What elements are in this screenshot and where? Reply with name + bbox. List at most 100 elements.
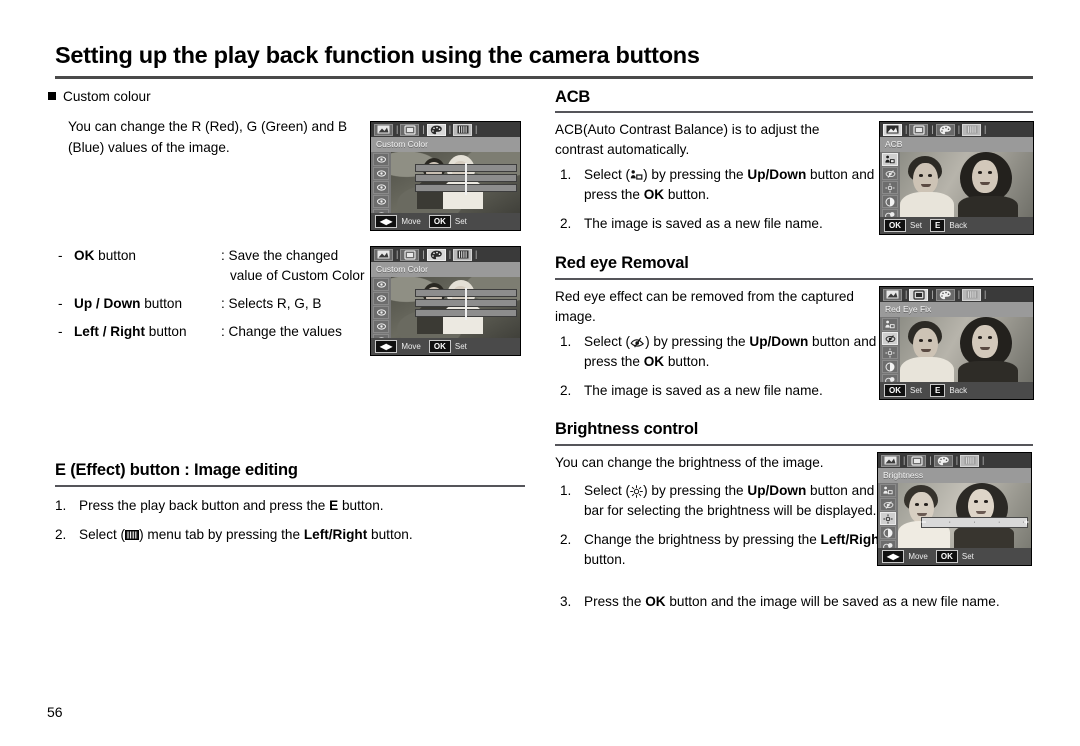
sidebar-icon[interactable]	[373, 306, 389, 319]
sidebar-icon-acb[interactable]	[882, 153, 898, 166]
sidebar-icon-brightness[interactable]	[880, 512, 896, 525]
ok-key-icon[interactable]: OK	[935, 550, 958, 563]
slider-g[interactable]	[415, 173, 517, 185]
brightness-plus-label: +	[1023, 517, 1029, 527]
sidebar-icon-brightness[interactable]	[882, 346, 898, 359]
sidebar-icon-red-eye[interactable]	[882, 332, 898, 345]
tab-palette-icon[interactable]	[935, 123, 955, 136]
slider-b[interactable]	[415, 308, 517, 320]
dpad-key-icon[interactable]: ◀▶	[882, 550, 905, 563]
rgb-sliders[interactable]	[415, 163, 517, 195]
tab-palette-icon[interactable]	[933, 454, 953, 467]
tab-menu-icon[interactable]	[960, 454, 980, 467]
tab-resize-icon[interactable]	[883, 123, 902, 136]
ok-key-icon[interactable]: OK	[884, 384, 906, 397]
slider-g[interactable]	[415, 298, 517, 310]
red-eye-heading: Red eye Removal	[555, 254, 689, 272]
key-row: - Up / Down button : Selects R, G, B	[58, 294, 388, 314]
tab-rotate-icon[interactable]	[400, 123, 420, 136]
tab-separator: |	[982, 455, 985, 465]
dpad-key-icon[interactable]: ◀▶	[375, 340, 398, 353]
tab-separator: |	[422, 249, 425, 259]
sidebar-icon[interactable]	[373, 278, 389, 291]
e-key-icon[interactable]: E	[930, 219, 946, 232]
sidebar-icon[interactable]	[373, 292, 389, 305]
slider-r[interactable]	[415, 163, 517, 175]
brightness-steps-list: 1. Select ( ) by pressing the Up/Down bu…	[560, 481, 890, 579]
e-key-icon[interactable]: E	[930, 384, 946, 397]
lcd-title: Red Eye Fix	[880, 302, 1033, 317]
tab-rotate-icon[interactable]	[909, 123, 929, 136]
tab-rotate-icon[interactable]	[400, 248, 420, 261]
tab-separator: |	[905, 289, 908, 299]
sidebar-icon-acb[interactable]	[882, 318, 898, 331]
lcd-footer-bar: ◀▶ Move OK Set	[371, 213, 520, 230]
lcd-tab-bar: | | | |	[880, 287, 1033, 302]
ok-key-icon[interactable]: OK	[884, 219, 906, 232]
sidebar-icon-red-eye[interactable]	[880, 498, 896, 511]
sidebar-icon-acb[interactable]	[880, 484, 896, 497]
step-number: 1.	[560, 167, 572, 182]
sidebar-icon[interactable]	[373, 181, 389, 194]
lcd-tab-bar: | | | |	[371, 247, 520, 262]
tick: ·	[997, 519, 1001, 526]
sidebar-icon[interactable]	[373, 320, 389, 333]
tab-menu-icon[interactable]	[962, 123, 982, 136]
rgb-sliders[interactable]	[415, 288, 517, 320]
tab-palette-icon[interactable]	[426, 248, 446, 261]
lcd-screen-custom-color-1: | | | | Custom Color ◀▶ Move OK Set	[370, 121, 521, 231]
red-eye-icon	[630, 334, 645, 348]
lcd-sidebar	[371, 152, 391, 230]
photo-portrait-pair	[900, 317, 1033, 382]
key-label: Up / Down button	[74, 296, 183, 311]
tab-palette-icon[interactable]	[426, 123, 446, 136]
lcd-preview-photo	[900, 152, 1033, 217]
slider-b[interactable]	[415, 183, 517, 195]
tab-resize-icon[interactable]	[374, 123, 393, 136]
key-row: - Left / Right button : Change the value…	[58, 322, 388, 342]
manual-page: Setting up the play back function using …	[0, 0, 1080, 746]
tab-resize-icon[interactable]	[883, 288, 902, 301]
lcd-tab-bar: | | | |	[880, 122, 1033, 137]
key-label: OK button	[74, 248, 136, 263]
sidebar-icon-contrast[interactable]	[882, 360, 898, 373]
sidebar-icon-brightness[interactable]	[882, 181, 898, 194]
lcd-sidebar	[371, 277, 391, 355]
tab-rotate-icon[interactable]	[907, 454, 927, 467]
acb-heading: ACB	[555, 88, 591, 106]
footer-label: Back	[949, 386, 968, 395]
tab-separator: |	[929, 455, 932, 465]
tab-resize-icon[interactable]	[374, 248, 393, 261]
tab-separator: |	[422, 124, 425, 134]
tab-menu-icon[interactable]	[453, 123, 473, 136]
lcd-preview-photo: · · · · · − +	[898, 483, 1031, 548]
custom-colour-label: Custom colour	[63, 89, 151, 104]
ok-key-icon[interactable]: OK	[428, 340, 451, 353]
sun-icon	[630, 484, 643, 498]
footer-label: Set	[910, 386, 923, 395]
slider-r[interactable]	[415, 288, 517, 300]
footer-label: Move	[908, 552, 928, 561]
tab-rotate-icon[interactable]	[909, 288, 929, 301]
page-number: 56	[47, 704, 63, 720]
lcd-screen-acb: | | | | ACB OK Set E Back	[879, 121, 1034, 235]
sidebar-icon-contrast[interactable]	[880, 526, 896, 539]
tab-separator: |	[448, 249, 452, 259]
tab-menu-icon[interactable]	[962, 288, 982, 301]
list-item: 3. Press the OK button and the image wil…	[560, 592, 1035, 612]
sidebar-icon-red-eye[interactable]	[882, 167, 898, 180]
ok-key-icon[interactable]: OK	[428, 215, 451, 228]
tab-resize-icon[interactable]	[881, 454, 900, 467]
sidebar-icon[interactable]	[373, 153, 389, 166]
effect-section-divider	[55, 485, 525, 487]
tab-palette-icon[interactable]	[935, 288, 955, 301]
tab-separator: |	[903, 455, 906, 465]
tab-menu-icon[interactable]	[453, 248, 473, 261]
brightness-slider[interactable]: · · · · ·	[921, 517, 1028, 528]
sidebar-icon[interactable]	[373, 167, 389, 180]
brightness-minus-label: −	[921, 517, 927, 527]
sidebar-icon[interactable]	[373, 195, 389, 208]
dpad-key-icon[interactable]: ◀▶	[375, 215, 398, 228]
menu-tab-icon	[125, 527, 140, 540]
sidebar-icon-contrast[interactable]	[882, 195, 898, 208]
